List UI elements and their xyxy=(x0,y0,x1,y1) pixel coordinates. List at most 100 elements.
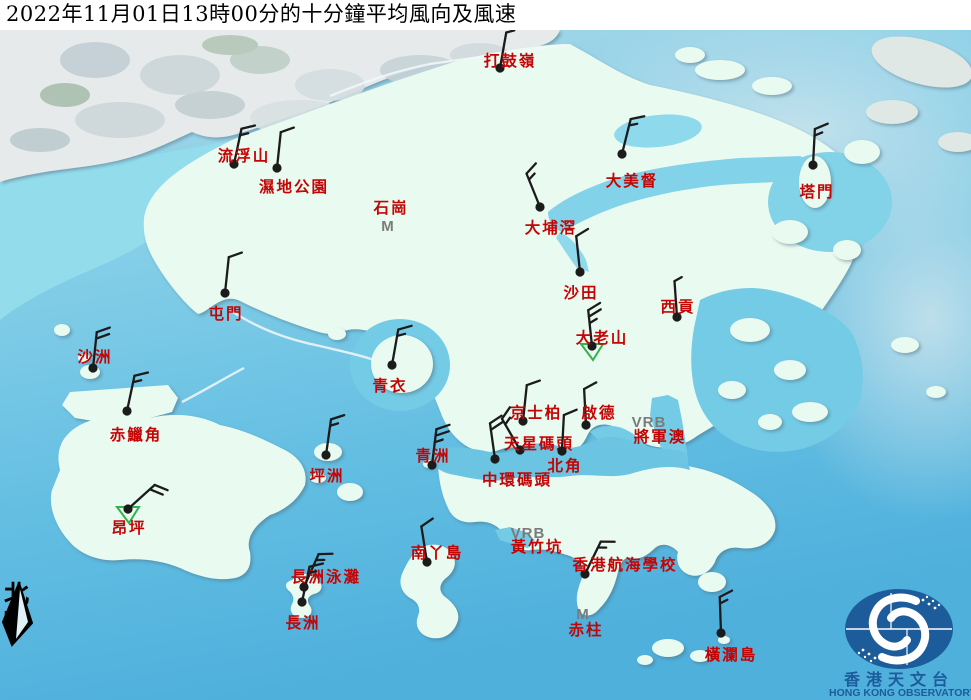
station-dot xyxy=(122,406,131,415)
station-label: 沙田 xyxy=(563,283,598,302)
station-peng-chau: 坪洲 xyxy=(309,413,344,485)
station-data-marker: VRB xyxy=(511,525,546,542)
station-tsing-yi: 青衣 xyxy=(372,324,411,395)
wind-barb-full xyxy=(319,549,333,560)
station-green-island: 青洲 xyxy=(415,423,450,469)
station-tseung-kwan-o: 將軍澳VRB xyxy=(632,414,687,446)
wind-barb-full xyxy=(331,413,344,421)
wind-map-app: 打鼓嶺流浮山濕地公園石崗M大美督塔門大埔滘沙田屯門西貢沙洲大老山青衣赤鱲角京士柏… xyxy=(0,0,971,700)
wind-barb-full xyxy=(398,324,411,332)
station-waglan-island: 橫瀾島 xyxy=(705,591,758,664)
station-stanley: 赤柱M xyxy=(568,606,603,639)
wind-barb-full xyxy=(97,326,110,333)
wind-barb-full xyxy=(527,379,540,386)
wind-barb-full xyxy=(96,333,109,340)
station-data-marker: M xyxy=(381,218,395,235)
station-tai-po-kau: 大埔滘 xyxy=(524,163,577,237)
station-dot xyxy=(535,202,544,211)
wind-barb-full xyxy=(631,113,645,122)
wind-barb xyxy=(524,163,551,207)
station-label: 南丫島 xyxy=(411,543,464,562)
station-data-marker: VRB xyxy=(632,414,667,431)
map-title: 2022年11月01日13時00分的十分鐘平均風向及風速 xyxy=(0,0,971,30)
station-data-marker: M xyxy=(576,606,590,623)
station-label: 坪洲 xyxy=(309,466,344,485)
station-dot xyxy=(387,360,396,369)
station-label: 大老山 xyxy=(576,328,629,347)
station-label: 昂坪 xyxy=(111,518,146,537)
wind-barb xyxy=(576,229,593,272)
station-ngong-ping: 昂坪 xyxy=(111,481,167,537)
station-tates-cairn: 大老山 xyxy=(576,303,629,360)
station-dot xyxy=(297,597,306,606)
station-shek-kong: 石崗M xyxy=(372,198,408,235)
station-dot xyxy=(490,454,499,463)
wind-barb-half xyxy=(674,277,682,281)
station-label: 石崗 xyxy=(372,198,408,217)
wind-barb-full xyxy=(815,123,828,130)
wind-barb-full xyxy=(420,519,433,527)
station-lau-fau-shan: 流浮山 xyxy=(218,123,271,169)
wind-barb-full xyxy=(134,370,147,378)
wind-barb-full xyxy=(241,123,254,131)
station-label: 北角 xyxy=(547,456,582,475)
wind-barb-full xyxy=(436,430,449,437)
station-hk-sea-school: 香港航海學校 xyxy=(572,536,677,579)
station-kai-tak: 啟德 xyxy=(581,382,616,429)
station-label: 打鼓嶺 xyxy=(484,51,537,70)
wind-barb-full xyxy=(524,163,538,173)
station-label: 中環碼頭 xyxy=(482,470,552,489)
wind-barb-full xyxy=(601,536,615,547)
wind-barb xyxy=(127,370,148,414)
hko-name-zh: 香港天文台 xyxy=(829,672,969,687)
wind-barb-full xyxy=(229,251,242,258)
station-label: 香港航海學校 xyxy=(572,555,677,574)
station-chek-lap-kok: 赤鱲角 xyxy=(110,370,163,444)
station-dot xyxy=(220,288,229,297)
station-label: 西貢 xyxy=(660,297,695,316)
station-dot xyxy=(575,267,584,276)
station-ta-kwu-ling: 打鼓嶺 xyxy=(484,29,537,72)
station-dot xyxy=(808,160,817,169)
hko-logo-mark xyxy=(843,588,955,671)
wind-barb xyxy=(128,481,168,518)
wind-barb-full xyxy=(588,303,601,310)
wind-barb-full xyxy=(588,309,601,316)
north-arrow-glyph xyxy=(2,582,36,648)
station-sai-kung: 西貢 xyxy=(660,277,695,322)
station-sha-chau: 沙洲 xyxy=(77,326,112,372)
station-dot xyxy=(272,163,281,172)
station-dot xyxy=(716,628,725,637)
station-lamma-island: 南丫島 xyxy=(411,519,464,567)
station-label: 赤鱲角 xyxy=(110,425,163,444)
station-tap-mun: 塔門 xyxy=(799,123,834,201)
station-label: 濕地公園 xyxy=(259,177,329,196)
station-label: 啟德 xyxy=(581,403,616,422)
north-arrow: 北 N xyxy=(2,582,42,632)
wind-barb xyxy=(813,123,828,166)
station-dot xyxy=(557,446,566,455)
wind-barb xyxy=(277,126,294,169)
station-dot xyxy=(617,149,626,158)
wind-barb xyxy=(225,251,242,294)
station-label: 沙洲 xyxy=(77,347,112,366)
station-label: 青洲 xyxy=(415,446,450,465)
station-label: 京士柏 xyxy=(510,403,563,422)
station-label: 長洲 xyxy=(285,613,320,632)
wind-barb-staff xyxy=(225,257,229,293)
station-label: 長洲泳灘 xyxy=(291,567,361,586)
station-label: 大美督 xyxy=(606,171,659,190)
station-tuen-mun: 屯門 xyxy=(208,251,243,323)
wind-barb xyxy=(392,324,412,368)
wind-barb-full xyxy=(720,591,733,597)
wind-barb-full xyxy=(576,229,589,236)
station-label: 橫瀾島 xyxy=(705,645,758,664)
station-dot xyxy=(321,450,330,459)
station-dot xyxy=(123,504,132,513)
station-tai-mei-tuk: 大美督 xyxy=(606,113,659,190)
station-wong-chuk-hang: 黃竹坑VRB xyxy=(510,525,564,556)
wind-barb-full xyxy=(564,409,577,416)
station-cheung-chau-beach: 長洲泳灘 xyxy=(291,549,361,592)
wind-barb-full xyxy=(436,423,449,430)
wind-barb xyxy=(720,591,734,633)
